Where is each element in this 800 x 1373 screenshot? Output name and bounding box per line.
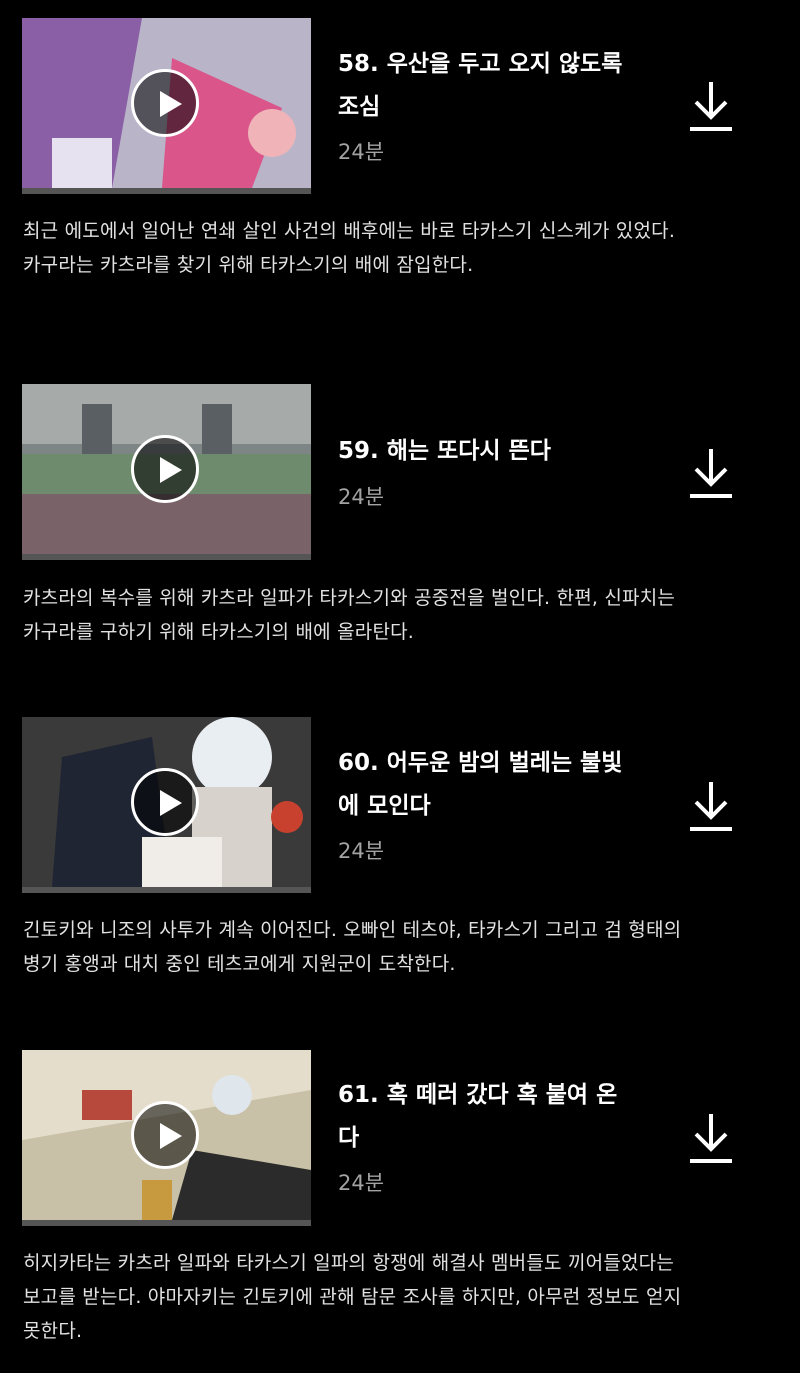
play-icon[interactable] [131, 435, 199, 503]
episode-duration: 24분 [338, 839, 385, 863]
episode-thumbnail[interactable] [22, 384, 311, 560]
episode-thumbnail[interactable] [22, 717, 311, 893]
episode-synopsis: 긴토키와 니조의 사투가 계속 이어진다. 오빠인 테츠야, 타카스기 그리고 … [23, 919, 682, 975]
download-icon[interactable] [688, 447, 734, 499]
episode-thumbnail[interactable] [22, 1050, 311, 1226]
episode-thumbnail[interactable] [22, 18, 311, 194]
episode-synopsis: 카츠라의 복수를 위해 카츠라 일파가 타카스기와 공중전을 벌인다. 한편, … [23, 587, 676, 643]
play-icon[interactable] [131, 69, 199, 137]
episode-title: 60. 어두운 밤의 벌레는 불빛에 모인다 [338, 750, 623, 819]
download-icon[interactable] [688, 80, 734, 132]
download-icon[interactable] [688, 1112, 734, 1164]
episode-duration: 24분 [338, 1171, 385, 1195]
episode-synopsis: 최근 에도에서 일어난 연쇄 살인 사건의 배후에는 바로 타카스기 신스케가 … [23, 220, 676, 276]
download-icon[interactable] [688, 780, 734, 832]
episode-synopsis: 히지카타는 카츠라 일파와 타카스기 일파의 항쟁에 해결사 멤버들도 끼어들었… [23, 1252, 682, 1342]
episode-title: 58. 우산을 두고 오지 않도록 조심 [338, 51, 623, 120]
watch-progress-bar [22, 1220, 311, 1226]
watch-progress-bar [22, 887, 311, 893]
episode-duration: 24분 [338, 485, 385, 509]
watch-progress-bar [22, 188, 311, 194]
watch-progress-bar [22, 554, 311, 560]
episode-title: 61. 혹 떼러 갔다 혹 붙여 온다 [338, 1082, 618, 1151]
episode-title: 59. 해는 또다시 뜬다 [338, 438, 551, 464]
play-icon[interactable] [131, 1101, 199, 1169]
play-icon[interactable] [131, 768, 199, 836]
episode-duration: 24분 [338, 140, 385, 164]
